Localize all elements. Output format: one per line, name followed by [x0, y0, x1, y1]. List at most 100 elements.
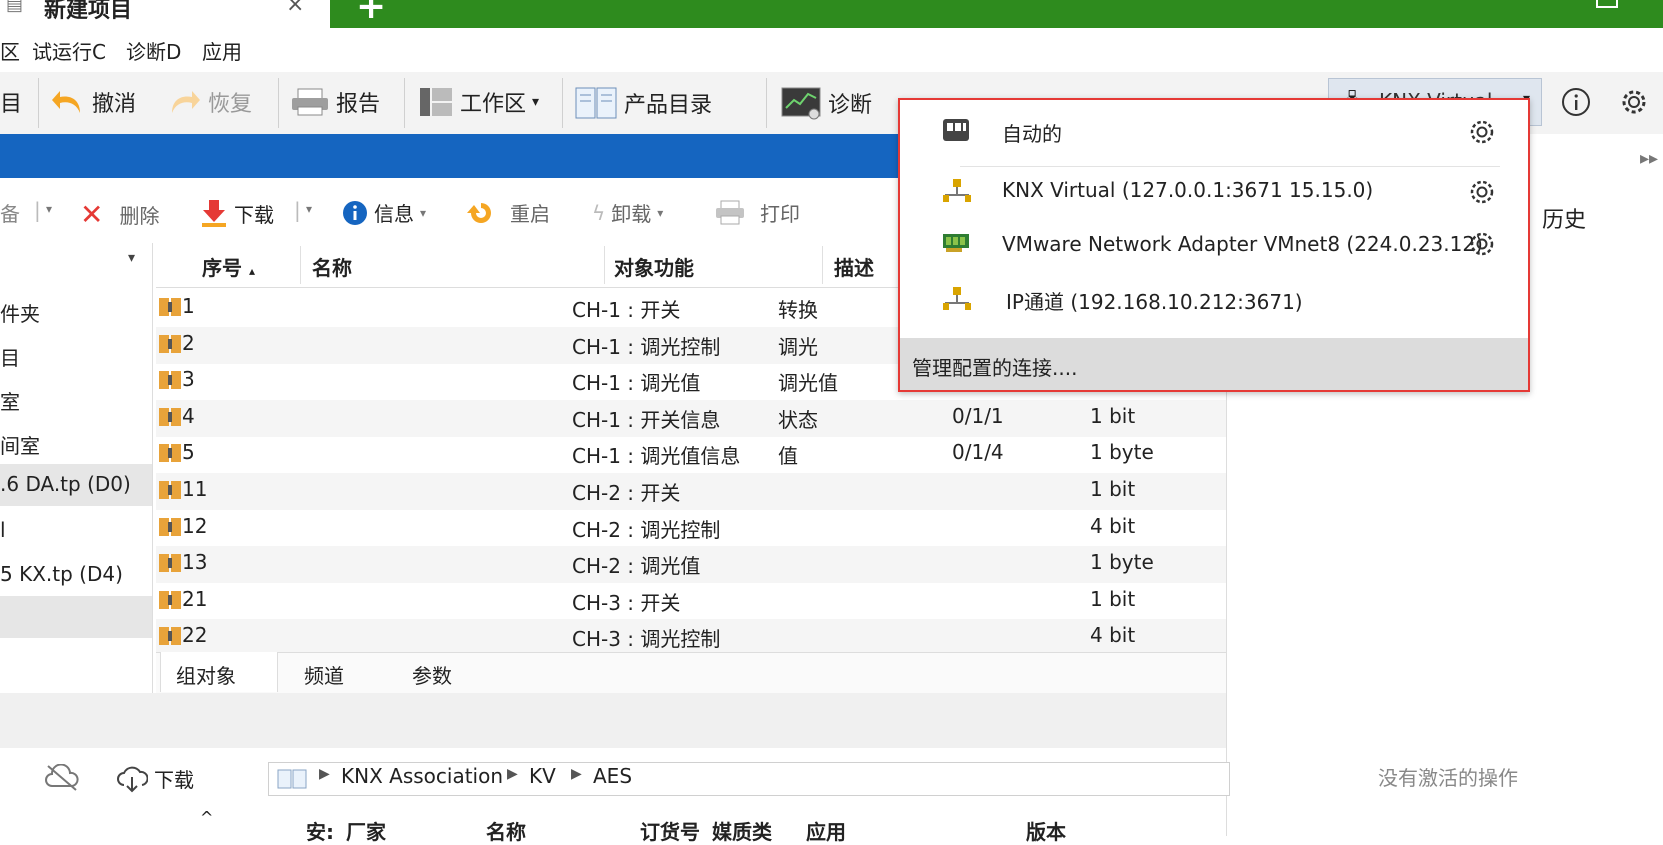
tree-item-highlight[interactable] [0, 596, 152, 638]
tab-parameters[interactable]: 参数 [412, 660, 452, 689]
menu-item-commissioning[interactable]: 试运行C [32, 36, 106, 65]
cell-number: 3 [182, 367, 195, 391]
column-header-name[interactable]: 名称 [312, 252, 352, 281]
diagnostics-button[interactable]: 诊断 [780, 86, 872, 120]
group-object-icon [159, 518, 181, 536]
history-tab[interactable]: 历史 [1542, 202, 1586, 234]
cell-function: CH-1 : 调光值 [572, 371, 701, 395]
catalog-column-header[interactable]: 应用 [806, 816, 846, 845]
collapse-panel-icon[interactable]: ▸▸ [1640, 148, 1658, 169]
book-icon [575, 87, 617, 119]
download-button[interactable]: 下载 [200, 198, 274, 228]
connection-settings-gear-icon[interactable] [1468, 230, 1496, 258]
menu-item-apps[interactable]: 应用 [202, 36, 242, 65]
table-row[interactable]: 12 CH-2 : 调光控制 4 bit [156, 510, 1226, 547]
add-tab-icon[interactable]: + [356, 0, 386, 27]
breadcrumb-chevron-icon: ▶ [571, 766, 582, 782]
redo-icon [172, 91, 200, 113]
cell-number: 2 [182, 331, 195, 355]
column-divider [300, 246, 301, 284]
table-row[interactable]: 22 CH-3 : 调光控制 4 bit [156, 619, 1226, 656]
catalog-column-header[interactable]: 媒质类 [712, 816, 772, 845]
connection-option-vmware[interactable]: VMware Network Adapter VMnet8 (224.0.23.… [900, 222, 1528, 276]
catalog-column-header[interactable]: 版本 [1026, 816, 1066, 845]
tree-item[interactable]: 5 KX.tp (D4) [0, 562, 123, 586]
info-dropdown-icon: ▾ [420, 205, 427, 220]
download-dropdown-icon[interactable]: ▾ [306, 202, 312, 216]
group-object-icon [159, 591, 181, 609]
workspace-button[interactable]: 工作区 ▾ [418, 86, 539, 118]
catalog-download-button[interactable]: 下载 [116, 764, 194, 793]
info-label: 信息 [374, 202, 414, 226]
menu-item-diagnostics[interactable]: 诊断D [126, 36, 181, 65]
catalog-column-header[interactable]: 订货号 [640, 816, 700, 845]
table-row[interactable]: 21 CH-3 : 开关 1 bit [156, 583, 1226, 620]
breadcrumb-item[interactable]: KNX Association [341, 764, 503, 788]
panel-dropdown-icon[interactable]: ▾ [46, 202, 52, 216]
connection-settings-gear-icon[interactable] [1468, 178, 1496, 206]
redo-button[interactable]: 恢复 [166, 86, 252, 118]
connection-option-label: 自动的 [1002, 122, 1062, 146]
unload-button[interactable]: ϟ 卸载 ▾ [592, 198, 663, 227]
manage-connections-item[interactable]: 管理配置的连接.... [900, 338, 1528, 390]
catalog-column-header[interactable]: 名称 [486, 816, 526, 845]
tab-channels[interactable]: 频道 [304, 660, 344, 689]
close-tab-icon[interactable]: × [286, 0, 304, 17]
column-header-number[interactable]: 序号 ▴ [202, 252, 255, 281]
group-object-icon [159, 481, 181, 499]
catalog-sort-icon[interactable]: ^ [200, 808, 213, 827]
unload-label: 卸载 [611, 202, 652, 226]
menu-item-area[interactable]: 区 [0, 36, 20, 65]
project-tab[interactable]: ▤ 新建项目 × [0, 0, 330, 28]
connection-option-ip-tunnel[interactable]: IP通道 (192.168.10.212:3671) [900, 276, 1528, 330]
delete-button[interactable]: ✕ 删除 [80, 198, 159, 231]
tree-item[interactable]: l [0, 518, 6, 542]
cloud-offline-icon[interactable] [44, 764, 80, 792]
table-row[interactable]: 11 CH-2 : 开关 1 bit [156, 473, 1226, 510]
print-button[interactable]: 打印 [714, 198, 800, 227]
network-card-icon [943, 234, 969, 252]
table-row[interactable]: 13 CH-2 : 调光值 1 byte [156, 546, 1226, 583]
catalog-column-header[interactable]: 安: [306, 816, 334, 845]
panel-tool-first-label: 备 [0, 202, 20, 226]
tree-item[interactable]: 间室 [0, 430, 40, 459]
column-header-description[interactable]: 描述 [834, 252, 874, 281]
panel-tool-first[interactable]: 备 [0, 198, 20, 227]
restart-button[interactable]: 重启 [466, 198, 550, 227]
tree-item[interactable]: 室 [0, 386, 20, 415]
cell-description: 调光 [778, 335, 818, 359]
breadcrumb-item[interactable]: AES [593, 764, 632, 788]
product-catalog-button[interactable]: 产品目录 [574, 86, 712, 120]
info-circle-icon [343, 200, 367, 225]
connection-settings-gear-icon[interactable] [1468, 118, 1496, 146]
cell-function: CH-3 : 开关 [572, 591, 681, 615]
tree-item[interactable]: 目 [0, 342, 20, 371]
connection-option-auto[interactable]: 自动的 [900, 104, 1528, 158]
tree-dropdown-icon[interactable]: ▾ [128, 250, 135, 266]
undo-button[interactable]: 撤消 [50, 86, 136, 118]
toolbar-divider [404, 78, 405, 128]
settings-gear-icon[interactable] [1618, 86, 1650, 118]
tree-item[interactable]: 件夹 [0, 298, 40, 327]
catalog-column-header[interactable]: 厂家 [346, 816, 386, 845]
connection-option-knx-virtual[interactable]: KNX Virtual (127.0.0.1:3671 15.15.0) [900, 168, 1528, 222]
table-row[interactable]: 5 CH-1 : 调光值信息 值 0/1/4 1 byte [156, 436, 1226, 473]
restart-label: 重启 [510, 202, 550, 226]
breadcrumb-item[interactable]: KV [529, 764, 556, 788]
table-row[interactable]: 4 CH-1 : 开关信息 状态 0/1/1 1 bit [156, 400, 1226, 437]
group-object-icon [159, 554, 181, 572]
info-icon[interactable] [1560, 86, 1592, 118]
unload-dropdown-icon: ▾ [657, 205, 664, 220]
cell-function: CH-2 : 调光值 [572, 554, 701, 578]
report-button[interactable]: 报告 [290, 86, 380, 118]
cloud-download-icon [117, 766, 148, 792]
diagnostics-label: 诊断 [828, 93, 873, 118]
tree-item-selected[interactable]: .6 DA.tp (D0) [0, 464, 152, 506]
cell-function: CH-1 : 开关信息 [572, 408, 721, 432]
column-header-function[interactable]: 对象功能 [614, 252, 694, 281]
catalog-breadcrumb[interactable]: ▶ KNX Association ▶ KV ▶ AES [268, 762, 1230, 796]
toolbar-project-button[interactable]: 目 [0, 86, 22, 118]
print-label: 打印 [760, 202, 800, 226]
window-restore-icon[interactable] [1596, 0, 1618, 8]
info-button[interactable]: 信息 ▾ [342, 198, 426, 227]
